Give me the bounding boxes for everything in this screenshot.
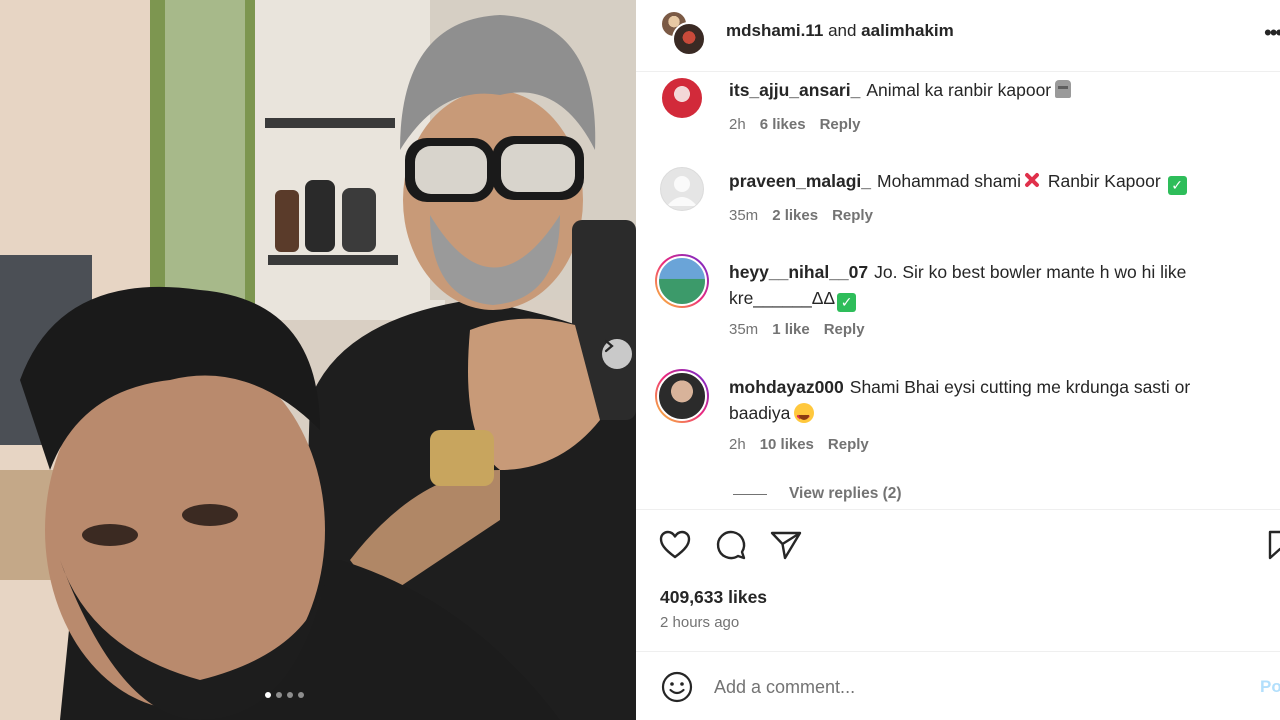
comments-list: its_ajju_ansari_ Animal ka ranbir kapoor … — [636, 73, 1280, 509]
smile-icon — [661, 671, 693, 703]
default-user-icon — [667, 176, 697, 206]
comment-time: 35m — [729, 207, 759, 224]
cross-mark-icon — [1023, 171, 1041, 189]
comment-username[interactable]: heyy__nihal__07 — [729, 262, 868, 282]
check-mark-icon: ✓ — [1167, 176, 1187, 195]
comment-username[interactable]: praveen_malagi_ — [729, 171, 871, 191]
post-timestamp[interactable]: 2 hours ago — [660, 614, 739, 631]
avatar[interactable] — [660, 167, 704, 211]
comment-body: praveen_malagi_ Mohammad shami Ranbir Kap… — [729, 168, 1249, 195]
view-replies-button[interactable]: View replies (2) — [733, 485, 902, 503]
comment-meta: 35m 1 like Reply — [729, 321, 865, 338]
authors-conjunction: and — [828, 21, 862, 40]
carousel-next-button[interactable] — [602, 339, 632, 369]
reply-button[interactable]: Reply — [832, 207, 873, 224]
carousel-dot-1 — [264, 692, 271, 698]
moai-icon — [1055, 80, 1072, 98]
comment-username[interactable]: mohdayaz000 — [729, 377, 844, 397]
more-horizontal-icon: ••• — [1264, 20, 1280, 45]
comment-body: mohdayaz000 Shami Bhai eysi cutting me kr… — [729, 374, 1249, 431]
view-replies-label: View replies (2) — [789, 485, 902, 502]
emoji-picker-button[interactable] — [660, 670, 694, 704]
post-comment-button[interactable]: Po — [1260, 677, 1280, 697]
comment-text-2: Ranbir Kapoor — [1047, 171, 1161, 191]
comment-text: Mohammad shami — [877, 171, 1021, 191]
comment-meta: 35m 2 likes Reply — [729, 207, 873, 224]
comment-likes[interactable]: 1 like — [772, 321, 810, 338]
add-comment-bar: Po — [636, 651, 1280, 720]
avatar — [672, 22, 706, 56]
carousel-dot-3 — [286, 692, 293, 698]
comment-meta: 2h 10 likes Reply — [729, 436, 869, 453]
bookmark-icon — [1268, 530, 1280, 560]
author-link-2[interactable]: aalimhakim — [861, 21, 954, 40]
more-options-button[interactable]: ••• — [1264, 20, 1280, 46]
avatar[interactable] — [655, 369, 709, 423]
post-header: mdshami.11 and aalimhakim ••• — [636, 0, 1280, 72]
carousel-dot-2 — [275, 692, 282, 698]
avatar[interactable] — [660, 76, 704, 120]
share-button[interactable] — [769, 528, 803, 562]
comment-time: 2h — [729, 436, 746, 453]
comment-time: 35m — [729, 321, 759, 338]
save-button[interactable] — [1266, 528, 1280, 562]
heart-icon — [659, 530, 691, 559]
send-icon — [770, 531, 802, 560]
check-mark-icon: ✓ — [837, 293, 857, 312]
comment-icon — [716, 530, 746, 560]
post-photo[interactable] — [0, 0, 636, 720]
comment-body: heyy__nihal__07 Jo. Sir ko best bowler ma… — [729, 259, 1249, 312]
comment-likes[interactable]: 10 likes — [760, 436, 814, 453]
reply-button[interactable]: Reply — [828, 436, 869, 453]
carousel-dot-4 — [297, 692, 304, 698]
comment-button[interactable] — [714, 528, 748, 562]
comment-input[interactable] — [714, 672, 1234, 702]
carousel-indicator — [0, 692, 636, 698]
post-sidebar: mdshami.11 and aalimhakim ••• its_ajju_a… — [636, 0, 1280, 720]
comment-username[interactable]: its_ajju_ansari_ — [729, 80, 860, 100]
comment-time: 2h — [729, 116, 746, 133]
author-link-1[interactable]: mdshami.11 — [726, 21, 823, 40]
comment-likes[interactable]: 2 likes — [772, 207, 818, 224]
comment-meta: 2h 6 likes Reply — [729, 116, 860, 133]
heart-eyes-icon — [794, 403, 815, 431]
collab-avatars[interactable] — [660, 10, 706, 56]
comment-likes[interactable]: 6 likes — [760, 116, 806, 133]
chevron-right-icon — [604, 339, 614, 353]
post-authors: mdshami.11 and aalimhakim — [726, 21, 954, 41]
divider — [733, 493, 767, 495]
comment-body: its_ajju_ansari_ Animal ka ranbir kapoor — [729, 77, 1249, 103]
avatar[interactable] — [655, 254, 709, 308]
post-actions: 409,633 likes 2 hours ago — [636, 509, 1280, 659]
likes-count[interactable]: 409,633 likes — [660, 587, 767, 608]
like-button[interactable] — [658, 528, 692, 562]
comment-text: Animal ka ranbir kapoor — [866, 80, 1052, 100]
reply-button[interactable]: Reply — [824, 321, 865, 338]
reply-button[interactable]: Reply — [820, 116, 861, 133]
photo-illustration — [0, 0, 636, 720]
